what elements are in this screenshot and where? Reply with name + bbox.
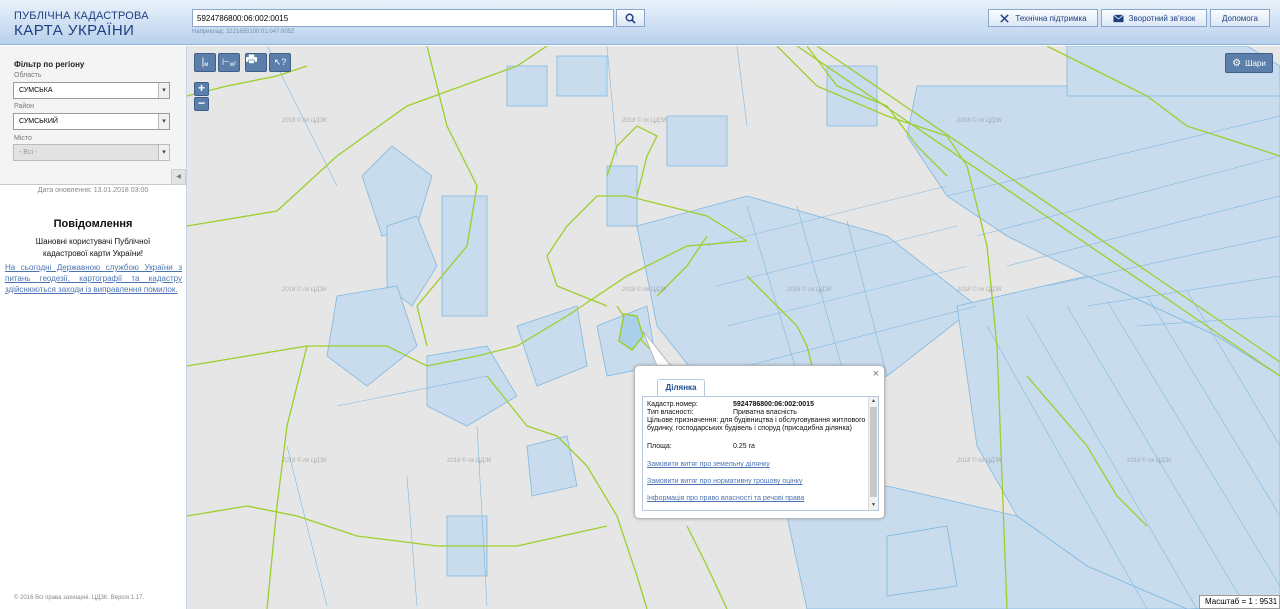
map-watermark: 2018 © пк ЦДЗК bbox=[1127, 458, 1172, 464]
logo[interactable]: ПУБЛІЧНА КАДАСТРОВА КАРТА УКРАЇНИ bbox=[14, 10, 149, 39]
chevron-down-icon: ▾ bbox=[158, 145, 169, 160]
help-button[interactable]: Допомога bbox=[1210, 9, 1270, 27]
misto-label: Місто bbox=[14, 135, 32, 142]
row-area: Площа: 0.25 га bbox=[647, 443, 755, 451]
oblast-select[interactable]: СУМСЬКА ▾ bbox=[13, 82, 170, 99]
zoom-out-button[interactable]: − bbox=[194, 97, 209, 111]
row-cadastral-number: Кадастр.номер: 5924786800:06:002:0015 bbox=[647, 401, 814, 409]
map-watermark: 2018 © пк ЦДЗК bbox=[282, 118, 327, 124]
row-value: 0.25 га bbox=[733, 443, 755, 450]
logo-line1: ПУБЛІЧНА КАДАСТРОВА bbox=[14, 10, 149, 22]
scroll-down-icon[interactable]: ▼ bbox=[869, 501, 878, 510]
row-key: Кадастр.номер: bbox=[647, 401, 698, 408]
layers-label: Шари bbox=[1245, 58, 1266, 68]
zoom-in-button[interactable]: + bbox=[194, 82, 209, 96]
ruler-m-label: м bbox=[204, 62, 209, 68]
rayon-label: Район bbox=[14, 103, 34, 110]
order-parcel-extract-link[interactable]: Замовити витяг про земельну ділянку bbox=[647, 461, 770, 468]
oblast-value: СУМСЬКА bbox=[19, 87, 53, 94]
row-key: Площа: bbox=[647, 443, 672, 450]
layers-button[interactable]: ⚙ Шари bbox=[1225, 53, 1273, 73]
map-watermark: 2018 © пк ЦДЗК bbox=[957, 458, 1002, 464]
search-button[interactable] bbox=[616, 9, 645, 27]
news-greeting: Шановні користувачі Публічної кадастрово… bbox=[35, 237, 151, 258]
order-valuation-extract-link[interactable]: Замовити витяг про нормативну грошову оц… bbox=[647, 478, 802, 485]
map-watermark: 2018 © пк ЦДЗК bbox=[622, 118, 667, 124]
tools-icon bbox=[1000, 13, 1010, 23]
chevron-down-icon: ▾ bbox=[158, 114, 169, 129]
ruler-m2-label: м² bbox=[229, 62, 236, 68]
header: ПУБЛІЧНА КАДАСТРОВА КАРТА УКРАЇНИ Наприк… bbox=[0, 0, 1280, 45]
cursor-question-icon: ↖? bbox=[273, 57, 287, 67]
print-button[interactable] bbox=[245, 53, 267, 72]
update-date: Дата оновлення: 13.01.2018 03:00 bbox=[37, 187, 149, 194]
ownership-info-link[interactable]: Інформація про право власності та речові… bbox=[647, 495, 804, 502]
row-purpose: Цільове призначення: для будівництва і о… bbox=[647, 417, 869, 433]
collapse-sidebar-button[interactable]: ◀ bbox=[171, 169, 186, 185]
popup-content: Кадастр.номер: 5924786800:06:002:0015 Тип… bbox=[642, 396, 879, 511]
feedback-label: Зворотний зв'язок bbox=[1128, 13, 1196, 23]
row-value: 5924786800:06:002:0015 bbox=[733, 401, 814, 408]
map-parcels[interactable] bbox=[187, 46, 1280, 609]
envelope-icon bbox=[1112, 13, 1124, 22]
ruler-length-button[interactable]: | м bbox=[194, 53, 216, 72]
map-watermark: 2018 © пк ЦДЗК bbox=[282, 458, 327, 464]
map-watermark: 2018 © пк ЦДЗК bbox=[787, 287, 832, 293]
close-icon[interactable]: × bbox=[873, 368, 879, 380]
support-button[interactable]: Технічна підтримка bbox=[988, 9, 1098, 27]
oblast-label: Область bbox=[14, 72, 42, 79]
row-ownership-type: Тип власності: Приватна власність bbox=[647, 409, 797, 417]
chevron-down-icon: ▾ bbox=[158, 83, 169, 98]
popup-scrollbar[interactable]: ▲ ▼ bbox=[868, 397, 878, 510]
logo-line2: КАРТА УКРАЇНИ bbox=[14, 22, 135, 39]
rayon-value: СУМСЬКИЙ bbox=[19, 118, 58, 125]
map-watermark: 2018 © пк ЦДЗК bbox=[447, 458, 492, 464]
region-filter-panel: Фільтр по регіону Область СУМСЬКА ▾ Райо… bbox=[0, 46, 186, 185]
gear-icon: ⚙ bbox=[1232, 57, 1242, 69]
row-key: Тип власності: bbox=[647, 409, 694, 416]
scale-readout: Масштаб = 1 : 9531 bbox=[1199, 595, 1280, 609]
news-link[interactable]: На сьогодні Державною службою України з … bbox=[5, 262, 182, 295]
rayon-select[interactable]: СУМСЬКИЙ ▾ bbox=[13, 113, 170, 130]
map-watermark: 2018 © пк ЦДЗК bbox=[622, 287, 667, 293]
help-label: Допомога bbox=[1222, 13, 1258, 23]
sidebar: Фільтр по регіону Область СУМСЬКА ▾ Райо… bbox=[0, 46, 187, 609]
news-title: Повідомлення bbox=[53, 218, 133, 230]
map-watermark: 2018 © пк ЦДЗК bbox=[282, 287, 327, 293]
scroll-thumb[interactable] bbox=[870, 407, 877, 497]
row-value: Приватна власність bbox=[733, 409, 797, 416]
scroll-up-icon[interactable]: ▲ bbox=[869, 397, 878, 406]
map-watermark: 2018 © пк ЦДЗК bbox=[957, 118, 1002, 124]
support-label: Технічна підтримка bbox=[1015, 13, 1087, 23]
search-hint: Наприклад: 3221655100:01:047:0052 bbox=[192, 29, 295, 35]
map-watermark: 2018 © пк ЦДЗК bbox=[957, 287, 1002, 293]
search-icon bbox=[625, 13, 636, 24]
tab-parcel[interactable]: Ділянка bbox=[657, 379, 705, 396]
copyright: © 2016 Всі права захищені. ЦДЗК. Версія … bbox=[14, 595, 145, 601]
feedback-button[interactable]: Зворотний зв'язок bbox=[1101, 9, 1207, 27]
cadastral-search-input[interactable] bbox=[192, 9, 614, 27]
row-key: Цільове призначення: bbox=[647, 417, 719, 424]
cadastral-map[interactable]: 2018 © пк ЦДЗК 2018 © пк ЦДЗК 2018 © пк … bbox=[187, 46, 1280, 609]
parcel-info-popup: × Ділянка Кадастр.номер: 5924786800:06:00… bbox=[634, 365, 885, 519]
identify-button[interactable]: ↖? bbox=[269, 53, 291, 72]
misto-value: - Всі - bbox=[19, 149, 38, 156]
misto-select[interactable]: - Всі - ▾ bbox=[13, 144, 170, 161]
filter-title: Фільтр по регіону bbox=[14, 60, 85, 69]
printer-icon bbox=[246, 54, 257, 64]
area-icon: ⊢ bbox=[222, 57, 230, 67]
ruler-area-button[interactable]: ⊢ м² bbox=[218, 53, 240, 72]
